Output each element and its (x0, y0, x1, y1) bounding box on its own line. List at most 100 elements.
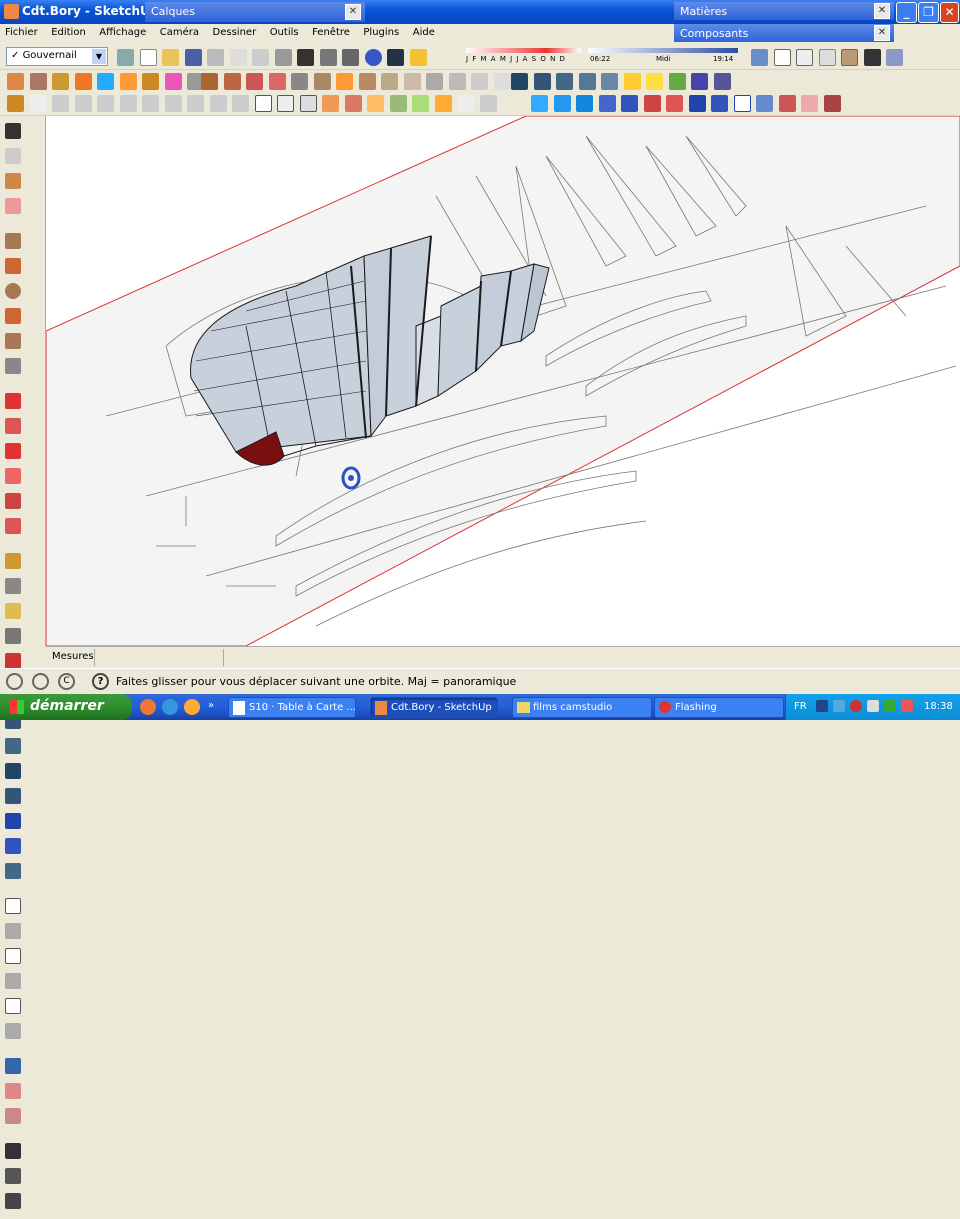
smoove-icon[interactable] (52, 73, 69, 90)
line-tool-2-icon[interactable] (711, 95, 728, 112)
components-close-button[interactable]: ✕ (874, 25, 890, 41)
arrow-up-icon[interactable] (598, 95, 616, 112)
curve-2-icon[interactable] (778, 95, 796, 112)
measure-input[interactable] (94, 649, 224, 666)
monochrome-icon[interactable] (863, 49, 881, 66)
arc-icon[interactable] (5, 308, 21, 324)
undo-icon[interactable] (297, 49, 314, 66)
camera-right-icon[interactable] (578, 73, 596, 90)
geolocation-icon[interactable] (6, 673, 23, 690)
arrow-down-icon[interactable] (621, 95, 638, 112)
footprint-icon[interactable] (5, 1168, 21, 1184)
circle-icon[interactable] (5, 283, 21, 299)
animation-icon[interactable] (691, 73, 708, 90)
walk-icon[interactable] (5, 1108, 21, 1124)
tape-measure-icon[interactable] (5, 553, 21, 569)
menu-affichage[interactable]: Affichage (94, 24, 151, 41)
subtract-icon[interactable] (448, 73, 466, 90)
menu-dessiner[interactable]: Dessiner (208, 24, 262, 41)
layer-2-icon[interactable] (823, 95, 841, 112)
flip-edge-icon[interactable] (142, 73, 159, 90)
hide-icon[interactable] (291, 73, 308, 90)
offset-icon[interactable] (5, 518, 21, 534)
model-viewport[interactable] (46, 116, 960, 646)
minimize-button[interactable]: _ (896, 2, 917, 23)
tray-help-icon[interactable] (816, 700, 828, 712)
left-view-icon[interactable] (5, 1023, 21, 1039)
line-tool-icon[interactable] (688, 95, 706, 112)
menu-fenetre[interactable]: Fenêtre (307, 24, 355, 41)
camera-top-icon[interactable] (533, 73, 551, 90)
rotate-icon[interactable] (5, 443, 21, 459)
task-flashing[interactable]: Flashing (654, 697, 784, 718)
chevron-down-icon[interactable]: ▼ (92, 49, 106, 64)
shaded-textures-icon[interactable] (841, 49, 858, 66)
print-icon[interactable] (342, 49, 359, 66)
scene-icon[interactable] (713, 73, 731, 90)
right-view-icon[interactable] (5, 973, 21, 989)
cube-3-icon[interactable] (479, 95, 497, 112)
component-make-icon[interactable] (5, 148, 21, 164)
quicklaunch-firefox-icon[interactable] (140, 699, 156, 715)
shape-icon[interactable] (412, 95, 429, 112)
scale-tool-icon[interactable] (5, 493, 21, 509)
materials-close-button[interactable]: ✕ (874, 3, 890, 19)
iso-view-icon[interactable] (5, 898, 21, 914)
xray-icon[interactable] (751, 49, 768, 66)
camera-front-icon[interactable] (556, 73, 573, 90)
menu-outils[interactable]: Outils (265, 24, 304, 41)
tray-volume-icon[interactable] (867, 700, 879, 712)
grid-9-icon[interactable] (232, 95, 249, 112)
shadow-toggle-icon[interactable] (409, 49, 427, 66)
paint-bucket-icon[interactable] (5, 173, 21, 189)
layer-select[interactable]: ✓ Gouvernail ▼ (6, 47, 108, 66)
push-pull-icon[interactable] (5, 418, 21, 434)
menu-fichier[interactable]: Fichier (0, 24, 43, 41)
shadow-time-slider[interactable]: 06:22 Midi 19:14 (588, 48, 738, 66)
previous-view-icon[interactable] (5, 813, 21, 829)
grid-8-icon[interactable] (209, 95, 227, 112)
curve-icon[interactable] (756, 95, 773, 112)
protractor-icon[interactable] (5, 603, 21, 619)
shadow-settings-icon[interactable] (387, 49, 404, 66)
point-icon[interactable] (29, 95, 47, 112)
grid-4-icon[interactable] (119, 95, 137, 112)
back-edges-icon[interactable] (886, 49, 903, 66)
eye-icon[interactable] (5, 1193, 21, 1209)
explode-icon[interactable] (268, 73, 286, 90)
sandbox-icon[interactable] (29, 73, 47, 90)
joint-push-pull-icon[interactable] (367, 95, 384, 112)
task-films-camstudio[interactable]: films camstudio (512, 697, 652, 718)
quicklaunch-browser-icon[interactable] (162, 699, 178, 715)
quicklaunch-media-icon[interactable] (184, 699, 200, 715)
polygon-icon[interactable] (5, 333, 21, 349)
axes-icon[interactable] (7, 95, 24, 112)
dimension-icon[interactable] (5, 578, 21, 594)
scale-icon[interactable] (164, 73, 182, 90)
close-window-button[interactable]: ✕ (940, 2, 959, 23)
render-icon[interactable] (668, 73, 686, 90)
back-view-icon[interactable] (5, 998, 21, 1014)
zoom-window-icon[interactable] (5, 788, 21, 804)
tray-network-icon[interactable] (833, 700, 845, 712)
tray-record-icon[interactable] (901, 700, 913, 712)
tray-security-icon[interactable] (884, 700, 896, 712)
eraser-icon[interactable] (5, 198, 21, 214)
redo-icon[interactable] (319, 49, 337, 66)
select-tool-icon[interactable] (7, 73, 24, 90)
camera-back-icon[interactable] (601, 73, 618, 90)
select-arrow-icon[interactable] (5, 123, 21, 139)
dim-2-icon[interactable] (553, 95, 571, 112)
cube-icon[interactable] (434, 95, 452, 112)
grid-7-icon[interactable] (187, 95, 204, 112)
cube-2-icon[interactable] (457, 95, 474, 112)
light-icon[interactable] (623, 73, 641, 90)
task-s10-table[interactable]: S10 · Table à Carte ... (228, 697, 356, 718)
section-fill-icon[interactable] (5, 1083, 21, 1099)
split-icon[interactable] (493, 73, 511, 90)
grid-6-icon[interactable] (164, 95, 182, 112)
layer-manager-icon[interactable] (117, 49, 134, 66)
camera-iso-icon[interactable] (511, 73, 528, 90)
solid-icon[interactable] (381, 73, 398, 90)
zoom-extents-icon[interactable] (5, 838, 21, 854)
